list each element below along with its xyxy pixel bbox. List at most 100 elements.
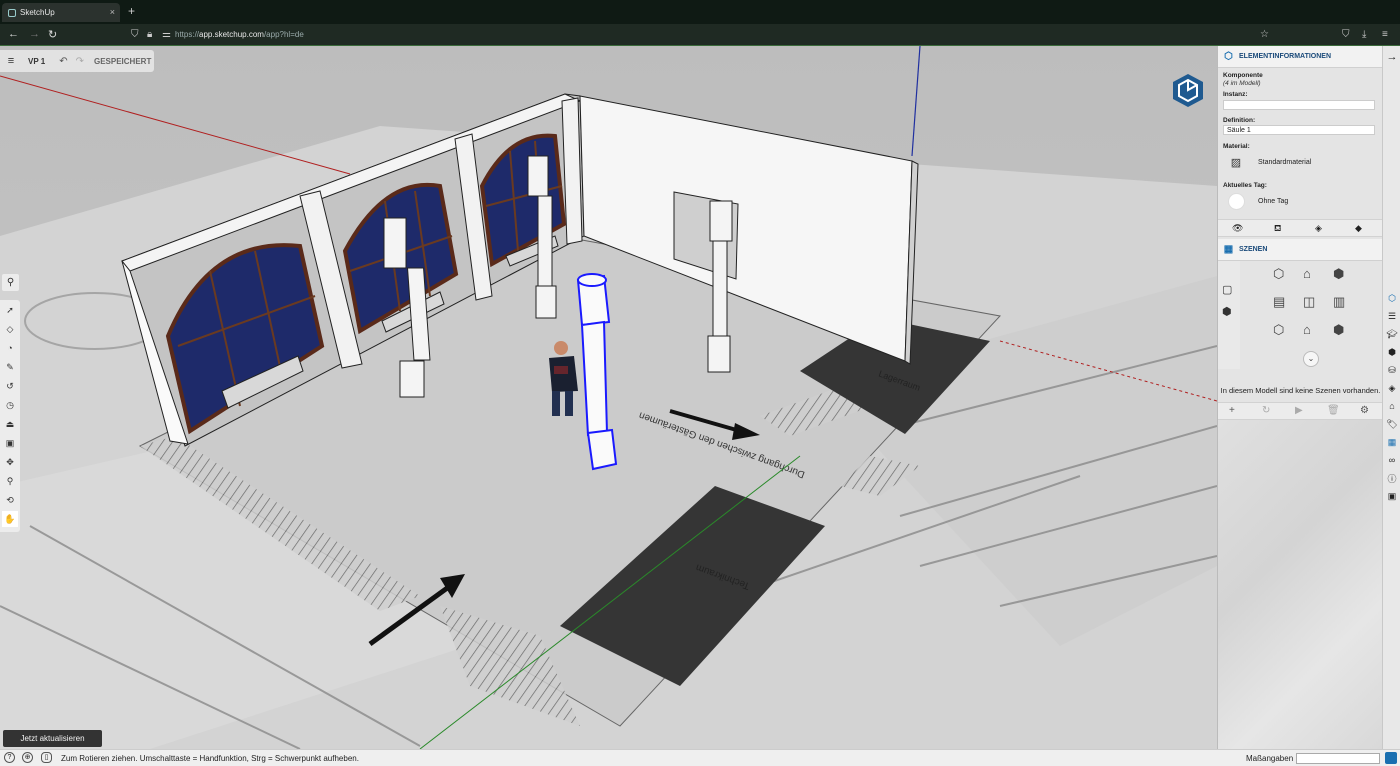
scene-view-toggle: ▢ ⬢ <box>1218 261 1240 369</box>
play-scenes-icon[interactable]: ▶ <box>1295 405 1303 416</box>
mouse-icon[interactable]: ▯ <box>41 752 52 763</box>
scenes-header[interactable]: ▦ SZENEN <box>1218 239 1382 261</box>
browser-menu-icon[interactable]: ≡ <box>1382 29 1388 40</box>
save-status: GESPEICHERT <box>93 56 152 66</box>
entity-actions-row: 👁︎ ⛾ ◈ ◆ <box>1218 219 1382 237</box>
permissions-icon[interactable]: ⚌ <box>162 29 171 40</box>
entity-info-header[interactable]: ⬡ ELEMENTINFORMATIONEN <box>1218 46 1382 68</box>
bookmark-star-icon[interactable]: ☆ <box>1260 29 1269 40</box>
sketchup-logo-icon <box>1173 74 1203 107</box>
instructor-tab-icon[interactable]: 🎓︎ <box>1386 327 1398 341</box>
instance-field[interactable] <box>1223 100 1375 110</box>
undo-icon[interactable]: ↶ <box>59 56 67 67</box>
push-pull-tool-icon[interactable]: ⏏ <box>2 416 18 432</box>
tab-title: SketchUp <box>20 8 55 17</box>
perspective-view-icon[interactable]: ⬢ <box>1333 322 1344 338</box>
arc-tool-icon[interactable]: ↺ <box>2 378 18 394</box>
language-globe-icon[interactable]: ⊕ <box>22 752 33 763</box>
back-view-icon[interactable]: ◫ <box>1303 294 1315 310</box>
reload-icon[interactable]: ↻ <box>48 28 57 41</box>
scene-actions-row: + ↻ ▶ 🗑︎ ⚙ <box>1218 402 1382 420</box>
browser-tabbar: SketchUp × + <box>0 0 1400 24</box>
scenes-title: SZENEN <box>1239 246 1268 253</box>
front-view-icon[interactable]: ⬢ <box>1333 266 1344 282</box>
new-tab-icon[interactable]: + <box>128 4 135 18</box>
entity-type: Komponente <box>1223 72 1263 79</box>
components-tab-icon[interactable]: ⬢ <box>1386 345 1398 359</box>
panel-icon-strip: → ⬡ ☰ 🎓︎ ⬢ ⛁ ◈ ⌂ 🏷︎ ▦ ∞ ⓘ ▣ <box>1382 46 1400 749</box>
shield-icon[interactable]: ⛉ <box>131 29 139 40</box>
model-name[interactable]: VP 1 <box>28 57 45 66</box>
model-scene[interactable]: Lagerraum Technikraum Durchgang zwischen… <box>0 46 1217 749</box>
3d-viewport[interactable]: Lagerraum Technikraum Durchgang zwischen… <box>0 46 1217 749</box>
pan-tool-icon[interactable]: ✋ <box>2 511 18 527</box>
model-topbar: ≡ VP 1 ↶ ↷ GESPEICHERT <box>0 50 154 72</box>
add-scene-icon[interactable]: + <box>1229 405 1235 416</box>
pocket-icon[interactable]: ⛉ <box>1342 29 1350 40</box>
bottom-view-icon[interactable]: ⬡ <box>1273 322 1284 338</box>
solar-tab-icon[interactable]: ▣ <box>1386 489 1398 503</box>
forward-icon[interactable]: → <box>29 28 40 40</box>
entity-info-tab-icon[interactable]: ⬡ <box>1386 291 1398 305</box>
model-info-tab-icon[interactable]: ⓘ <box>1386 471 1398 485</box>
2d-view-icon[interactable]: ▢ <box>1222 283 1232 296</box>
collapse-panel-icon[interactable]: → <box>1386 50 1398 64</box>
material-swatch-icon[interactable]: ▨ <box>1228 155 1244 169</box>
tag-label: Aktuelles Tag: <box>1223 182 1267 189</box>
url-host: app.sketchup.com <box>199 30 264 39</box>
views-tab-icon[interactable]: ⌂ <box>1386 399 1398 413</box>
menu-icon[interactable]: ≡ <box>0 55 22 67</box>
instance-label: Instanz: <box>1223 91 1248 98</box>
address-field[interactable]: https://app.sketchup.com/app?hl=de <box>175 30 304 39</box>
expand-chevron-icon[interactable]: ⌄ <box>1303 351 1319 367</box>
top-view-icon[interactable]: ⌂ <box>1303 266 1311 281</box>
materials-tab-icon[interactable]: ⛁ <box>1386 363 1398 377</box>
house-view-icon[interactable]: ⌂ <box>1303 322 1311 337</box>
lock-open-icon[interactable]: ⛾ <box>1274 223 1281 235</box>
redo-icon[interactable]: ↷ <box>76 56 84 67</box>
visibility-eye-icon[interactable]: 👁︎ <box>1232 223 1243 234</box>
tab-close-icon[interactable]: × <box>110 7 115 17</box>
rectangle-tool-icon[interactable]: ◷ <box>2 397 18 413</box>
no-scenes-message: In diesem Modell sind keine Szenen vorha… <box>1220 386 1381 395</box>
offset-tool-icon[interactable]: ▣ <box>2 435 18 451</box>
orbit-tool-icon[interactable]: ⟲ <box>2 492 18 508</box>
browser-tab[interactable]: SketchUp × <box>2 3 120 22</box>
styles-tab-icon[interactable]: ◈ <box>1386 381 1398 395</box>
shadow-receive-icon[interactable]: ◆ <box>1355 223 1362 234</box>
entity-count: (4 im Modell) <box>1223 80 1261 87</box>
tag-color-swatch[interactable] <box>1228 193 1245 210</box>
eraser-tool-icon[interactable]: ◇ <box>2 321 18 337</box>
tool-palette: ➚ ◇ ◔ ✎ ↺ ◷ ⏏ ▣ ✥ ⚲ ⟲ ✋ <box>0 300 20 532</box>
select-tool-icon[interactable]: ➚ <box>2 302 18 318</box>
tape-measure-tool-icon[interactable]: ⚲ <box>2 473 18 489</box>
url-prefix: https:// <box>175 30 200 39</box>
line-tool-icon[interactable]: ✎ <box>2 359 18 375</box>
lock-icon[interactable]: 🔒︎ <box>147 29 152 40</box>
display-tab-icon[interactable]: ∞ <box>1386 453 1398 467</box>
delete-scene-icon[interactable]: 🗑︎ <box>1327 405 1340 416</box>
download-icon[interactable]: ⤓ <box>1362 29 1366 40</box>
3d-view-icon[interactable]: ⬢ <box>1222 305 1232 318</box>
help-icon[interactable]: ? <box>4 752 15 763</box>
update-scene-icon[interactable]: ↻ <box>1262 405 1270 416</box>
scenes-tab-icon[interactable]: ▦ <box>1386 435 1398 449</box>
scene-settings-icon[interactable]: ⚙ <box>1360 405 1369 416</box>
sketchup-status-logo-icon <box>1385 752 1397 764</box>
search-tools-icon[interactable]: ⚲ <box>2 274 19 291</box>
sketchup-favicon-icon <box>8 8 16 17</box>
status-bar: ? ⊕ ▯ Zum Rotieren ziehen. Umschalttaste… <box>0 749 1400 766</box>
shadow-cast-icon[interactable]: ◈ <box>1315 223 1322 234</box>
back-icon[interactable]: ← <box>8 28 19 40</box>
update-now-button[interactable]: Jetzt aktualisieren <box>3 730 102 747</box>
definition-field[interactable]: Säule 1 <box>1223 125 1375 135</box>
right-view-icon[interactable]: ▤ <box>1273 294 1285 310</box>
left-view-icon[interactable]: ▥ <box>1333 294 1345 310</box>
tags-tab-icon[interactable]: 🏷︎ <box>1386 417 1398 431</box>
outliner-tab-icon[interactable]: ☰ <box>1386 309 1398 323</box>
iso-view-icon[interactable]: ⬡ <box>1273 266 1284 282</box>
move-tool-icon[interactable]: ✥ <box>2 454 18 470</box>
measurements-input[interactable] <box>1296 753 1380 764</box>
paint-tool-icon[interactable]: ◔ <box>2 340 18 356</box>
status-message: Zum Rotieren ziehen. Umschalttaste = Han… <box>61 754 359 763</box>
